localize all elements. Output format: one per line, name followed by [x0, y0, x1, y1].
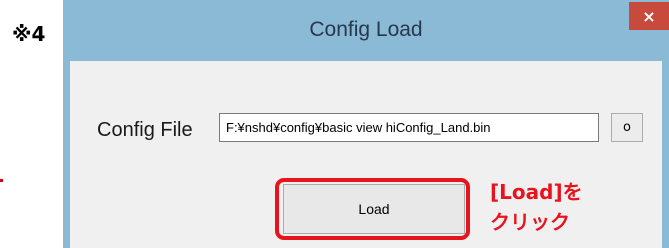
note-mark: ※4 [12, 22, 46, 46]
click-load-annotation: [Load]を クリック [490, 177, 583, 237]
title-bar[interactable]: Config Load × [63, 0, 669, 61]
annotation-line-2: クリック [490, 210, 570, 234]
load-button-highlight [275, 178, 470, 240]
dialog-title: Config Load [309, 18, 423, 41]
browse-button[interactable]: o [611, 113, 643, 142]
config-file-path-input[interactable]: F:¥nshd¥config¥basic view hiConfig_Land.… [219, 113, 599, 142]
close-icon: × [642, 6, 656, 26]
close-button[interactable]: × [629, 2, 669, 30]
edge-marker [0, 179, 3, 182]
config-file-label: Config File [97, 119, 193, 141]
annotation-line-1: [Load]を [490, 180, 583, 204]
config-load-dialog: Config Load × Config File F:¥nshd¥config… [63, 0, 669, 248]
dialog-body: Config File F:¥nshd¥config¥basic view hi… [70, 61, 662, 248]
